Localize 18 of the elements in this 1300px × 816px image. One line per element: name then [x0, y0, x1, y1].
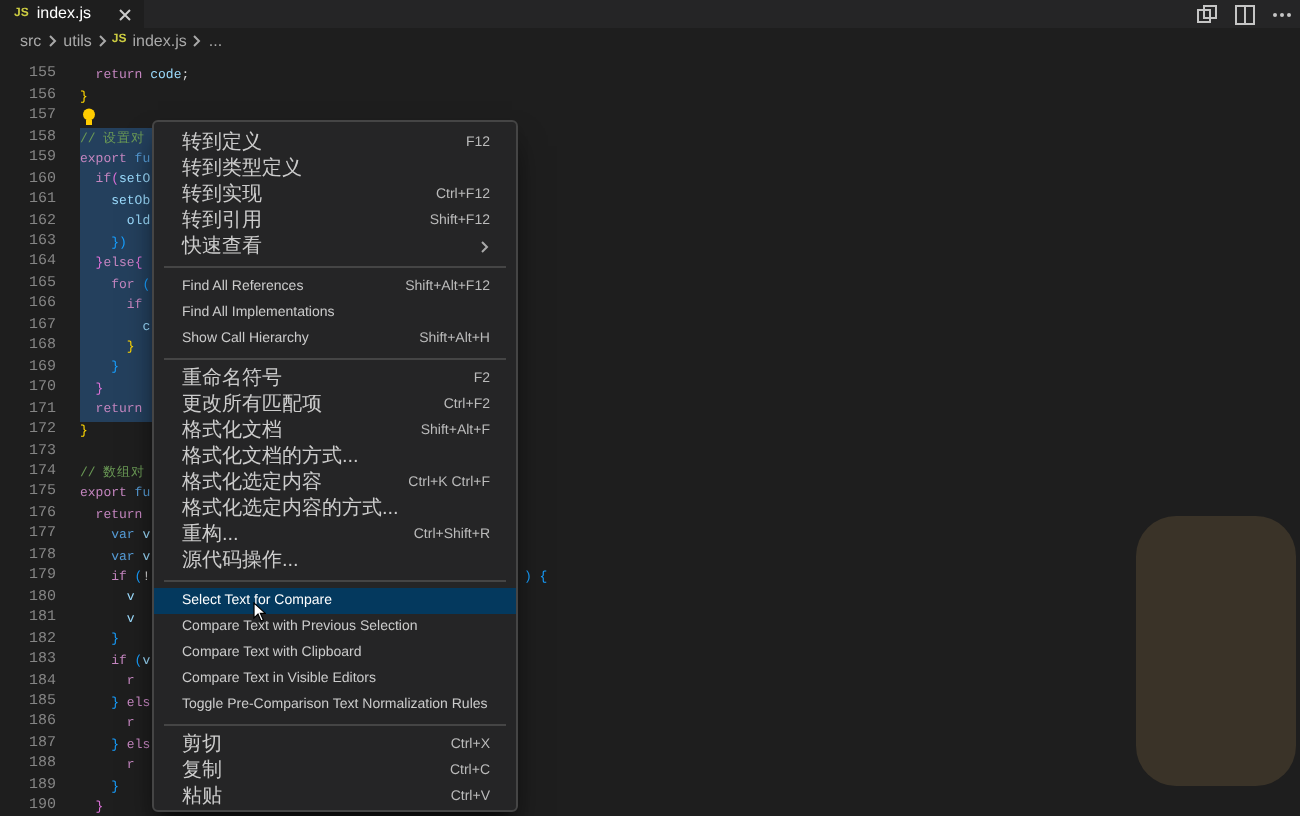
menu-item[interactable]: 转到类型定义: [154, 156, 516, 182]
split-editor-icon[interactable]: [1234, 3, 1256, 25]
compare-changes-icon[interactable]: [1196, 3, 1218, 25]
lightbulb-icon[interactable]: [82, 108, 96, 127]
menu-item[interactable]: 快速查看: [154, 234, 516, 260]
breadcrumb-item[interactable]: index.js: [130, 29, 189, 53]
chevron-icon: [192, 34, 203, 48]
chevron-icon: [47, 34, 58, 48]
breadcrumb-item[interactable]: src: [18, 29, 44, 53]
close-icon[interactable]: [118, 7, 133, 21]
menu-item[interactable]: 格式化选定内容的方式...: [154, 496, 516, 522]
breadcrumb-item[interactable]: ...: [206, 29, 225, 53]
chevron-icon: [97, 34, 108, 48]
menu-item[interactable]: 源代码操作...: [154, 548, 516, 574]
menu-item[interactable]: 格式化文档的方式...: [154, 444, 516, 470]
breadcrumb-item[interactable]: utils: [61, 29, 94, 53]
more-actions-icon[interactable]: [1272, 11, 1292, 17]
mouse-pointer-icon: [252, 602, 266, 622]
